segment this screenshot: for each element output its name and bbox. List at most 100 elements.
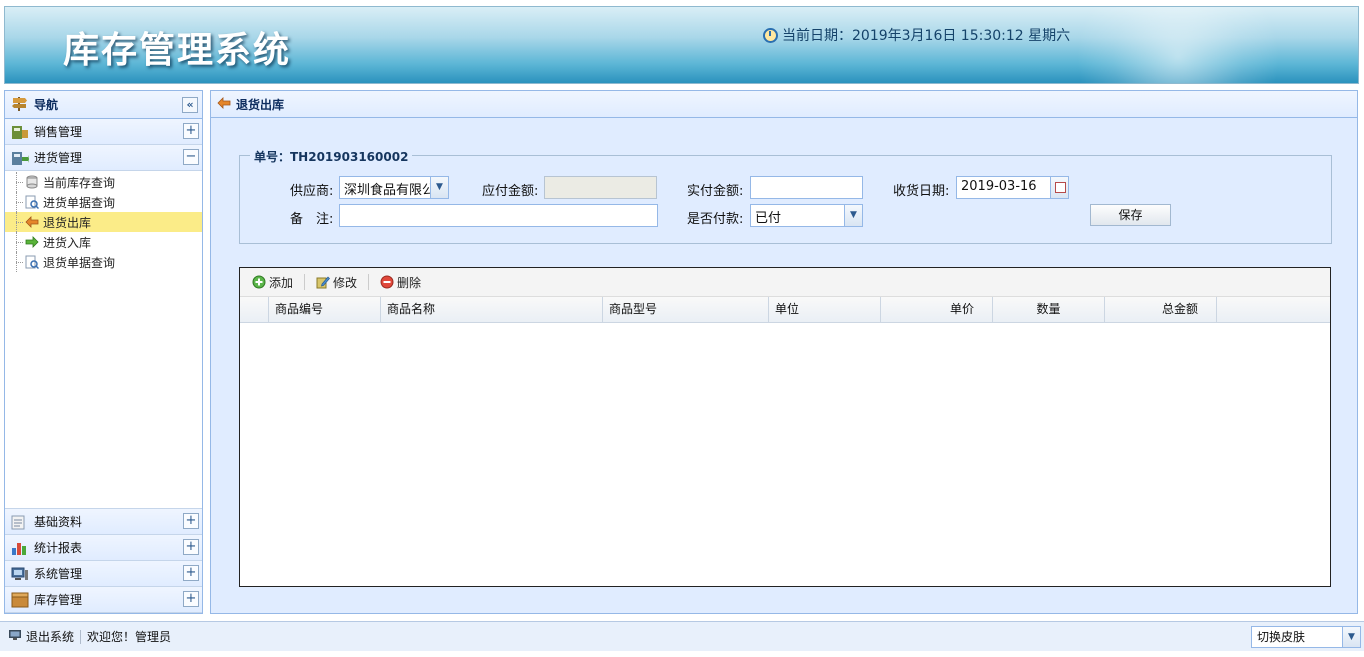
tree-item-label: 进货单据查询: [43, 195, 116, 210]
return-arrow-icon: [25, 215, 39, 229]
nav-title: 导航: [34, 98, 59, 112]
expand-icon[interactable]: +: [183, 565, 199, 581]
column-header[interactable]: 数量: [993, 297, 1105, 322]
goods-grid: 添加 修改 删除 商品编号 商品名称 商品型号 单位 单价 数量 总金额: [239, 267, 1331, 587]
skin-select[interactable]: 切换皮肤 ▼: [1251, 626, 1361, 648]
date-label: 收货日期:: [893, 184, 950, 199]
nav-section-purchase[interactable]: 进货管理 −: [5, 145, 202, 171]
column-header[interactable]: 商品型号: [603, 297, 769, 322]
edit-icon: [316, 275, 330, 289]
tree-item-current-stock[interactable]: 当前库存查询: [5, 172, 202, 192]
signpost-icon: [11, 95, 29, 114]
current-datetime: 当前日期：2019年3月16日 15:30:12 星期六: [763, 25, 1070, 45]
save-button[interactable]: 保存: [1090, 204, 1171, 226]
add-icon: [252, 275, 266, 289]
box-icon: [11, 592, 29, 608]
tree-item-return-out[interactable]: 退货出库: [5, 212, 202, 232]
column-header[interactable]: 总金额: [1105, 297, 1217, 322]
nav-section-label: 基础资料: [34, 515, 83, 529]
grid-header: 商品编号 商品名称 商品型号 单位 单价 数量 总金额: [240, 297, 1330, 323]
expand-icon[interactable]: +: [183, 591, 199, 607]
expand-icon[interactable]: +: [183, 123, 199, 139]
app-title: 库存管理系统: [63, 30, 292, 71]
purchase-icon: [11, 150, 29, 166]
welcome-text: 欢迎您！管理员: [87, 630, 172, 644]
add-label: 添加: [269, 275, 294, 290]
status-bar: 退出系统 欢迎您！管理员 切换皮肤 ▼: [0, 621, 1364, 651]
column-header[interactable]: 商品编号: [269, 297, 381, 322]
remark-field[interactable]: [339, 204, 658, 227]
header-globe-decoration: [1058, 7, 1298, 83]
app-header: 库存管理系统 当前日期：2019年3月16日 15:30:12 星期六: [4, 6, 1359, 84]
column-header[interactable]: 单位: [769, 297, 881, 322]
tree-item-label: 进货入库: [43, 235, 92, 250]
add-button[interactable]: 添加: [248, 274, 297, 291]
supplier-select[interactable]: 深圳食品有限公司 ▼: [339, 176, 449, 199]
nav-section-label: 进货管理: [34, 151, 83, 165]
nav-section-basic-data[interactable]: 基础资料 +: [5, 509, 202, 535]
receive-date-value: 2019-03-16: [961, 179, 1037, 194]
receive-date-field[interactable]: 2019-03-16: [956, 176, 1069, 199]
delete-label: 删除: [397, 275, 422, 290]
remark-label: 备 注:: [290, 212, 334, 227]
delete-button[interactable]: 删除: [376, 274, 425, 291]
tree-item-return-query[interactable]: 退货单据查询: [5, 252, 202, 272]
tree-item-label: 当前库存查询: [43, 175, 116, 190]
return-arrow-icon: [217, 96, 231, 113]
purchase-tree: 当前库存查询 进货单据查询 退货出库 进货入库 退货单据查询: [5, 171, 202, 509]
search-doc-icon: [25, 195, 40, 210]
column-header-rownum: [240, 297, 269, 322]
search-doc-icon: [25, 255, 40, 270]
calendar-icon[interactable]: [1050, 177, 1068, 198]
nav-panel: 导航 « 销售管理 + 进货管理 − 当前库存查询 进货单据查询 退货出库 进货…: [4, 90, 203, 614]
main-panel: 退货出库 单号：TH201903160002 供应商: 深圳食品有限公司 ▼ 应…: [210, 90, 1358, 614]
paid-label: 实付金额:: [687, 184, 744, 199]
delete-icon: [380, 275, 394, 289]
order-number: 单号：TH201903160002: [250, 148, 413, 165]
expand-icon[interactable]: +: [183, 513, 199, 529]
nav-panel-header: 导航 «: [5, 91, 202, 119]
logout-label: 退出系统: [26, 630, 75, 644]
grid-toolbar: 添加 修改 删除: [240, 268, 1330, 297]
tree-item-purchase-in[interactable]: 进货入库: [5, 232, 202, 252]
basic-data-icon: [11, 514, 29, 530]
skin-label: 切换皮肤: [1257, 630, 1306, 644]
column-header[interactable]: 商品名称: [381, 297, 603, 322]
expand-icon[interactable]: +: [183, 539, 199, 555]
chevron-down-icon: ▼: [1342, 627, 1360, 647]
main-tab-header: 退货出库: [211, 91, 1357, 118]
nav-section-inventory[interactable]: 库存管理 +: [5, 587, 202, 613]
nav-section-sales[interactable]: 销售管理 +: [5, 119, 202, 145]
computer-icon: [11, 566, 29, 582]
logout-button[interactable]: 退出系统: [8, 628, 74, 645]
bar-chart-icon: [11, 540, 29, 556]
is-paid-select[interactable]: 已付 ▼: [750, 204, 863, 227]
is-paid-label: 是否付款:: [687, 212, 744, 227]
tree-item-label: 退货出库: [43, 215, 92, 230]
alarm-clock-icon: [763, 27, 778, 43]
collapse-icon[interactable]: −: [183, 149, 199, 165]
column-header-filler: [1217, 297, 1330, 322]
tree-item-purchase-query[interactable]: 进货单据查询: [5, 192, 202, 212]
column-header[interactable]: 单价: [881, 297, 993, 322]
toolbar-divider: [368, 274, 370, 290]
nav-section-reports[interactable]: 统计报表 +: [5, 535, 202, 561]
sales-icon: [11, 124, 29, 140]
collapse-nav-button[interactable]: «: [182, 97, 198, 113]
nav-section-system[interactable]: 系统管理 +: [5, 561, 202, 587]
edit-button[interactable]: 修改: [312, 274, 361, 291]
tree-item-label: 退货单据查询: [43, 255, 116, 270]
edit-label: 修改: [333, 275, 358, 290]
supplier-label: 供应商:: [290, 184, 334, 199]
chevron-down-icon: ▼: [430, 177, 448, 198]
nav-section-label: 系统管理: [34, 567, 83, 581]
main-tab-title: 退货出库: [236, 97, 285, 112]
payable-label: 应付金额:: [482, 184, 539, 199]
paid-amount-field[interactable]: [750, 176, 863, 199]
monitor-icon: [8, 629, 22, 644]
payable-amount-field[interactable]: [544, 176, 657, 199]
current-datetime-text: 当前日期：2019年3月16日 15:30:12 星期六: [782, 28, 1071, 44]
nav-section-label: 销售管理: [34, 125, 83, 139]
green-arrow-icon: [25, 235, 39, 249]
is-paid-value: 已付: [755, 211, 782, 226]
